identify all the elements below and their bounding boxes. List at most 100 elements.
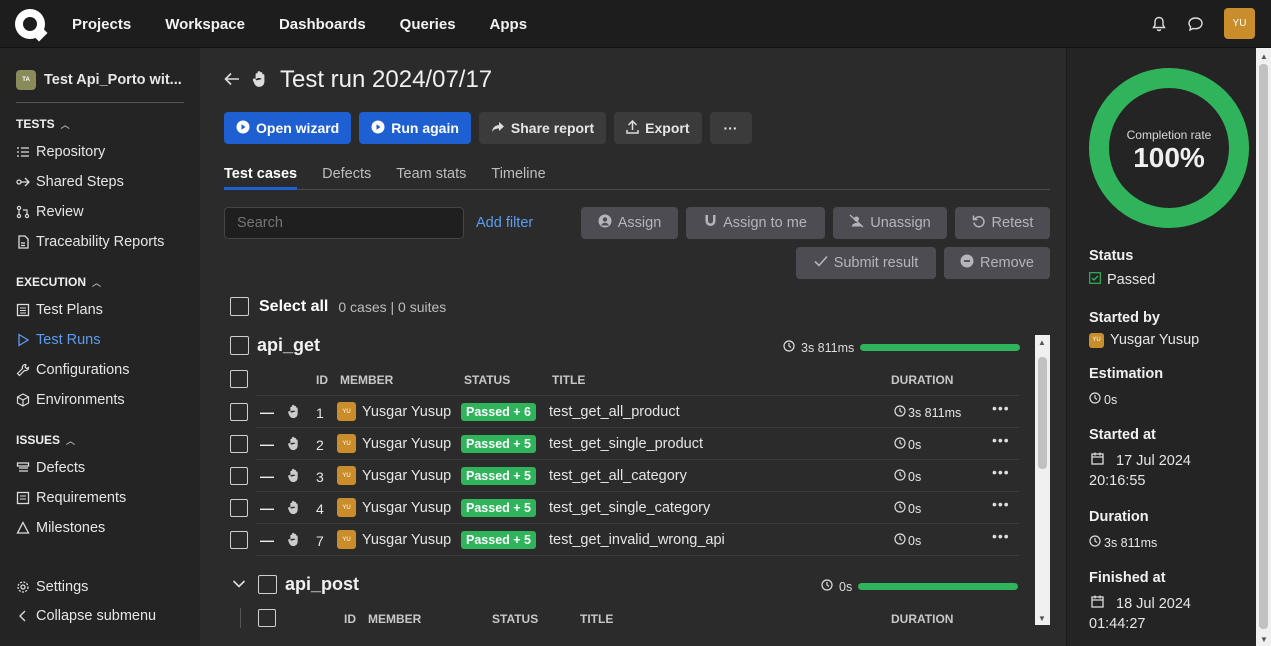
sidebar-item-environments[interactable]: Environments (16, 392, 125, 408)
sidebar-item-repository[interactable]: Repository (16, 144, 105, 160)
sidebar-item-test-runs[interactable]: Test Runs (16, 332, 100, 348)
case-title[interactable]: test_get_all_product (549, 404, 680, 420)
table-row[interactable]: — 4 YU Yusgar Yusup Passed + 5 test_get_singl… (230, 492, 1019, 524)
tab-defects[interactable]: Defects (322, 166, 371, 189)
col-member[interactable]: MEMBER (340, 373, 393, 387)
col-status[interactable]: STATUS (492, 612, 538, 626)
row-more-button[interactable]: ••• (992, 496, 1010, 512)
tab-timeline[interactable]: Timeline (491, 166, 545, 189)
section-execution[interactable]: EXECUTION ︿ (16, 275, 101, 289)
scroll-down-icon[interactable]: ▼ (1260, 635, 1268, 644)
retest-button[interactable]: Retest (955, 207, 1050, 239)
sidebar-item-requirements[interactable]: Requirements (16, 490, 126, 506)
sidebar-item-shared-steps[interactable]: Shared Steps (16, 174, 124, 190)
row-checkbox[interactable] (230, 499, 248, 517)
table-row[interactable]: — 3 YU Yusgar Yusup Passed + 5 test_get_all_c… (230, 460, 1019, 492)
share-report-button[interactable]: Share report (478, 112, 607, 144)
minus-icon[interactable]: — (260, 500, 274, 516)
nav-apps[interactable]: Apps (490, 16, 528, 33)
page-scrollbar[interactable]: ▲ ▼ (1256, 48, 1271, 646)
col-id[interactable]: ID (344, 612, 356, 626)
col-id[interactable]: ID (316, 373, 328, 387)
suite-progress-bar (858, 583, 1019, 590)
unassign-button[interactable]: Unassign (833, 207, 947, 239)
select-all-checkbox[interactable] (230, 297, 249, 316)
col-title[interactable]: TITLE (580, 612, 613, 626)
table-row[interactable]: — 1 YU Yusgar Yusup Passed + 6 test_get_all_p… (230, 396, 1019, 428)
row-checkbox[interactable] (230, 403, 248, 421)
row-more-button[interactable]: ••• (992, 432, 1010, 448)
tab-test-cases[interactable]: Test cases (224, 166, 298, 190)
chat-icon[interactable] (1187, 16, 1204, 32)
case-title[interactable]: test_get_invalid_wrong_api (549, 532, 725, 548)
col-status[interactable]: STATUS (464, 373, 510, 387)
col-member[interactable]: MEMBER (368, 612, 421, 626)
row-checkbox[interactable] (230, 435, 248, 453)
sidebar-item-configurations[interactable]: Configurations (16, 362, 130, 378)
header-checkbox[interactable] (258, 609, 276, 627)
status-badge[interactable]: Passed + 5 (461, 435, 536, 453)
assign-button[interactable]: Assign (581, 207, 678, 239)
nav-queries[interactable]: Queries (400, 16, 456, 33)
table-row[interactable]: — 7 YU Yusgar Yusup Passed + 5 test_get_inval… (230, 524, 1019, 556)
scroll-up-icon[interactable]: ▲ (1260, 52, 1268, 61)
table-scroll-thumb[interactable] (1038, 357, 1047, 469)
status-badge[interactable]: Passed + 6 (461, 403, 536, 421)
nav-workspace[interactable]: Workspace (165, 16, 245, 33)
row-checkbox[interactable] (230, 531, 248, 549)
collapse-submenu[interactable]: Collapse submenu (16, 608, 156, 624)
section-execution-label: EXECUTION (16, 275, 87, 289)
sidebar-item-review[interactable]: Review (16, 204, 84, 220)
suite-checkbox[interactable] (258, 575, 277, 594)
scroll-down-icon[interactable]: ▼ (1038, 614, 1046, 623)
col-duration[interactable]: DURATION (891, 612, 953, 626)
project-selector[interactable]: TA Test Api_Porto wit... (16, 70, 182, 90)
minus-icon[interactable]: — (260, 436, 274, 452)
header-checkbox[interactable] (230, 370, 248, 388)
table-scrollbar[interactable]: ▲ ▼ (1035, 335, 1050, 625)
row-more-button[interactable]: ••• (992, 528, 1010, 544)
tab-team-stats[interactable]: Team stats (396, 166, 466, 189)
case-title[interactable]: test_get_all_category (549, 468, 687, 484)
add-filter-link[interactable]: Add filter (476, 215, 533, 231)
submit-result-button[interactable]: Submit result (796, 247, 936, 279)
minus-icon[interactable]: — (260, 468, 274, 484)
section-tests[interactable]: TESTS ︿ (16, 117, 70, 131)
row-more-button[interactable]: ••• (992, 400, 1010, 416)
case-title[interactable]: test_get_single_product (549, 436, 703, 452)
user-avatar[interactable]: YU (1224, 8, 1255, 39)
app-logo[interactable] (15, 9, 48, 42)
status-badge[interactable]: Passed + 5 (461, 531, 536, 549)
sidebar-item-milestones[interactable]: Milestones (16, 520, 105, 536)
minus-icon[interactable]: — (260, 404, 274, 420)
sidebar-item-settings[interactable]: Settings (16, 579, 88, 595)
page-scroll-thumb[interactable] (1259, 64, 1268, 629)
back-arrow-icon[interactable] (224, 72, 240, 89)
table-row[interactable]: — 2 YU Yusgar Yusup Passed + 5 test_get_singl… (230, 428, 1019, 460)
assign-to-me-button[interactable]: Assign to me (686, 207, 825, 239)
minus-icon[interactable]: — (260, 532, 274, 548)
scroll-up-icon[interactable]: ▲ (1038, 338, 1046, 347)
row-checkbox[interactable] (230, 467, 248, 485)
more-actions-button[interactable]: ··· (709, 112, 752, 144)
bell-icon[interactable] (1151, 16, 1167, 32)
sidebar-item-test-plans[interactable]: Test Plans (16, 302, 103, 318)
nav-projects[interactable]: Projects (72, 16, 131, 33)
col-title[interactable]: TITLE (552, 373, 585, 387)
case-title[interactable]: test_get_single_category (549, 500, 710, 516)
row-more-button[interactable]: ••• (992, 464, 1010, 480)
nav-dashboards[interactable]: Dashboards (279, 16, 366, 33)
open-wizard-button[interactable]: Open wizard (224, 112, 352, 144)
export-button[interactable]: Export (614, 112, 702, 144)
run-again-button[interactable]: Run again (359, 112, 471, 144)
suite-checkbox[interactable] (230, 336, 249, 355)
sidebar-item-traceability[interactable]: Traceability Reports (16, 234, 164, 250)
status-badge[interactable]: Passed + 5 (461, 499, 536, 517)
section-issues[interactable]: ISSUES ︿ (16, 433, 75, 447)
chevron-down-icon[interactable] (232, 576, 246, 592)
sidebar-item-defects[interactable]: Defects (16, 460, 85, 476)
remove-button[interactable]: Remove (944, 247, 1050, 279)
col-duration[interactable]: DURATION (891, 373, 953, 387)
search-input[interactable] (224, 207, 464, 239)
status-badge[interactable]: Passed + 5 (461, 467, 536, 485)
